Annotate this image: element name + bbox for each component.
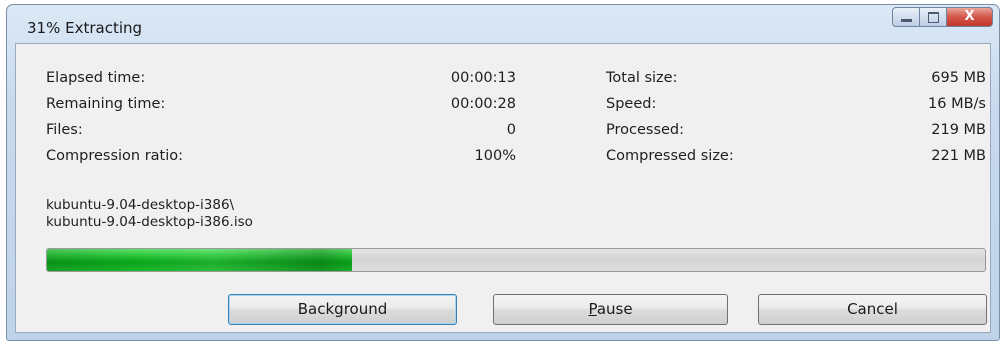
speed-label: Speed:: [606, 96, 657, 112]
remaining-time-label: Remaining time:: [46, 96, 166, 112]
total-size-value: 695 MB: [931, 70, 986, 86]
pause-mnemonic: P: [588, 300, 597, 318]
minimize-icon: [901, 19, 912, 22]
elapsed-time-label: Elapsed time:: [46, 70, 146, 86]
window-title: 31% Extracting: [27, 19, 143, 37]
compressed-size-value: 221 MB: [931, 148, 986, 164]
pause-button[interactable]: Pause: [493, 294, 728, 325]
current-file-path: kubuntu-9.04-desktop-i386.iso: [46, 214, 253, 230]
dialog-content: Elapsed time: 00:00:13 Remaining time: 0…: [15, 43, 991, 333]
total-size-label: Total size:: [606, 70, 678, 86]
current-folder-path: kubuntu-9.04-desktop-i386\: [46, 197, 235, 213]
pause-label-rest: ause: [596, 300, 633, 318]
title-bar[interactable]: 31% Extracting X: [7, 5, 999, 43]
window-controls: X: [892, 7, 993, 33]
close-icon: X: [964, 9, 975, 24]
compression-ratio-label: Compression ratio:: [46, 148, 184, 164]
extract-progress-window: 31% Extracting X Elapsed time: 00:00:13 …: [6, 4, 1000, 341]
progress-bar-fill: [47, 249, 352, 271]
remaining-time-value: 00:00:28: [450, 96, 516, 112]
minimize-button[interactable]: [892, 7, 920, 27]
background-button[interactable]: Background: [228, 294, 457, 325]
close-button[interactable]: X: [947, 7, 993, 27]
cancel-button[interactable]: Cancel: [758, 294, 987, 325]
processed-value: 219 MB: [931, 122, 986, 138]
files-label: Files:: [46, 122, 83, 138]
compression-ratio-value: 100%: [474, 148, 516, 164]
speed-value: 16 MB/s: [928, 96, 986, 112]
compressed-size-label: Compressed size:: [606, 148, 734, 164]
maximize-button[interactable]: [920, 7, 947, 27]
elapsed-time-value: 00:00:13: [450, 70, 516, 86]
processed-label: Processed:: [606, 122, 685, 138]
extraction-progress-bar: [46, 248, 986, 272]
maximize-icon: [928, 12, 939, 23]
files-value: 0: [506, 122, 516, 138]
